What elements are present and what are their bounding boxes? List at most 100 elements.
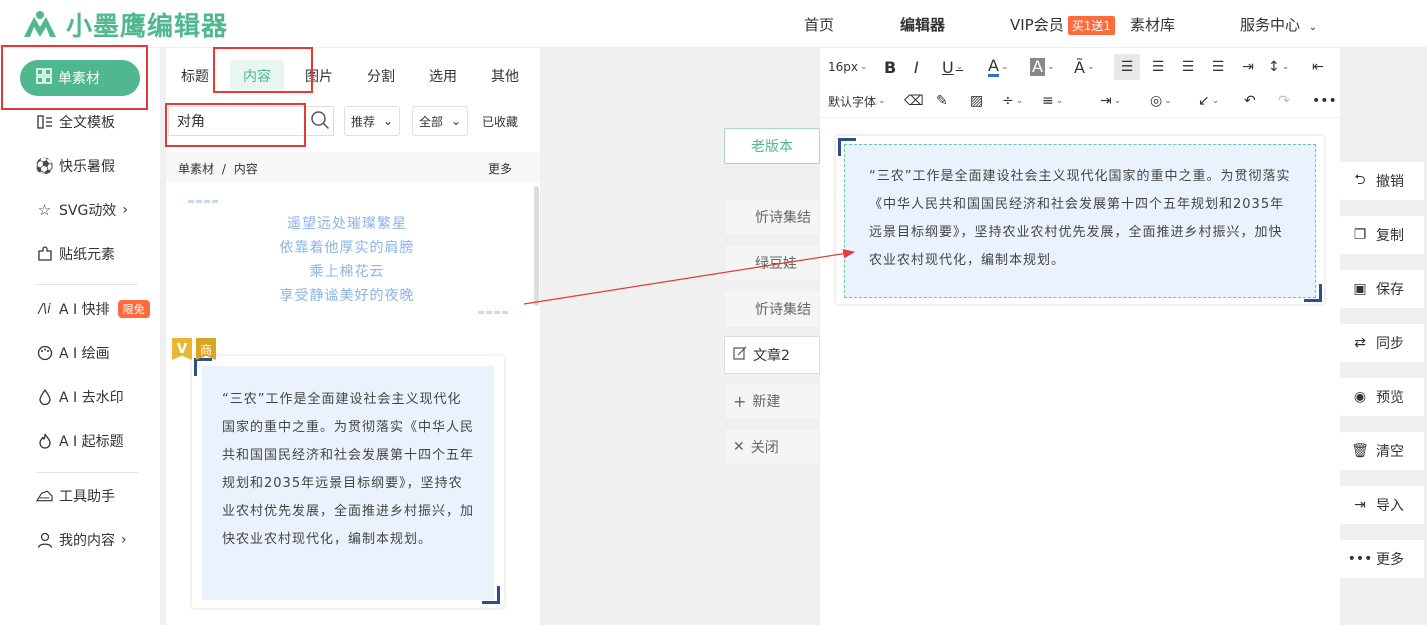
sidebar-item-tools[interactable]: 工具助手 [36, 486, 115, 506]
indent-icon[interactable]: ⇥ [1236, 54, 1260, 80]
article-item[interactable]: 忻诗集结 [724, 290, 820, 328]
more-tools-icon[interactable]: ••• [1312, 88, 1337, 114]
preview-button[interactable]: ◉ 预览 [1340, 378, 1424, 416]
tab-divider[interactable]: 分割 [367, 66, 395, 86]
poem-line: 遥望远处璀璨繁星 [287, 216, 407, 232]
material-card-poem[interactable]: 遥望远处璀璨繁星 依靠着他厚实的肩膀 乘上棉花云 享受静谧美好的夜晚 [166, 186, 528, 328]
bold-icon[interactable]: B [884, 54, 896, 80]
more-button[interactable]: ••• 更多 [1340, 540, 1424, 578]
plus-icon: + [733, 391, 747, 411]
format-painter-icon[interactable]: ✎ [936, 88, 948, 114]
eraser-icon[interactable]: ⌫ [904, 88, 924, 114]
import-button[interactable]: ⇥ 导入 [1340, 486, 1424, 524]
redo-icon[interactable]: ↷ [1278, 88, 1290, 114]
letter-spacing-icon[interactable]: ÷ ⌄ [1002, 88, 1023, 114]
sync-button[interactable]: ⇄ 同步 [1340, 324, 1424, 362]
panel-scrollbar[interactable] [534, 186, 539, 306]
sidebar-item-ai-title[interactable]: A I 起标题 [36, 431, 124, 451]
favorites-link[interactable]: 已收藏 [482, 113, 518, 130]
filter-dropdown[interactable]: 全部 ⌄ [412, 106, 469, 136]
article-item[interactable]: 忻诗集结 [724, 198, 820, 236]
card-badges: V 商 [172, 338, 216, 360]
search-row: 推荐 ⌄ 全部 ⌄ 已收藏 [166, 106, 540, 138]
nav-vip[interactable]: VIP会员 买1送1 [1010, 14, 1116, 35]
nav-service[interactable]: 服务中心 ⌄ [1240, 14, 1317, 35]
action-label: 复制 [1376, 228, 1404, 244]
action-label: 清空 [1376, 444, 1404, 460]
editor-content[interactable]: “三农”工作是全面建设社会主义现代化国家的重中之重。为贯彻落实《中华人民共和国国… [844, 144, 1316, 298]
article-item-current[interactable]: 文章2 [724, 336, 820, 374]
save-icon: ▣ [1353, 281, 1367, 297]
old-version-button[interactable]: 老版本 [724, 128, 820, 164]
background-color-icon[interactable]: A ⌄ [1030, 54, 1055, 80]
align-justify-icon[interactable]: ☰ [1206, 54, 1230, 80]
tab-title[interactable]: 标题 [181, 66, 209, 86]
nav-home[interactable]: 首页 [804, 14, 834, 35]
sidebar-item-templates[interactable]: 全文模板 [36, 112, 115, 132]
sidebar-divider [36, 472, 138, 473]
indent-spacing-icon[interactable]: ⇥ ⌄ [1100, 88, 1121, 114]
user-icon [36, 532, 53, 549]
corner-decoration [838, 138, 856, 156]
vip-badge-icon: V [172, 338, 192, 360]
paragraph-spacing-icon[interactable]: ≡ ⌄ [1042, 88, 1063, 114]
undo-icon[interactable]: ↶ [1244, 88, 1256, 114]
ai-icon: /\i [38, 301, 51, 317]
sidebar-item-svg[interactable]: ☆ SVG动效 › [36, 200, 128, 220]
edit-icon [733, 346, 747, 364]
article-title: 文章2 [753, 348, 790, 364]
logo[interactable]: 小墨鹰编辑器 [22, 6, 228, 43]
sort-dropdown[interactable]: 推荐 ⌄ [344, 106, 401, 136]
corner-decoration [1304, 284, 1322, 302]
free-badge: 限免 [117, 300, 150, 318]
more-link[interactable]: 更多 [488, 160, 512, 177]
undo-button[interactable]: ⮌ 撤销 [1340, 162, 1424, 200]
breadcrumb-root[interactable]: 单素材 [178, 162, 214, 176]
new-article-button[interactable]: + 新建 [724, 382, 820, 420]
italic-icon[interactable]: I [914, 54, 919, 80]
dashed-decoration [188, 200, 218, 203]
sidebar-item-single-material[interactable]: 单素材 [20, 60, 140, 96]
underline-icon[interactable]: U ⌄ [942, 54, 963, 80]
align-right-icon[interactable]: ☰ [1176, 54, 1200, 80]
bulb-icon[interactable]: ◎ ⌄ [1150, 88, 1172, 114]
sidebar-item-ai-watermark[interactable]: A I 去水印 [36, 387, 124, 407]
align-center-icon[interactable]: ☰ [1146, 54, 1170, 80]
collapse-toolbar-icon[interactable]: ⇤ [1312, 54, 1324, 80]
tab-other[interactable]: 其他 [491, 66, 519, 86]
align-left-icon[interactable]: ☰ [1114, 54, 1140, 80]
trash-icon: 🗑 [1351, 443, 1369, 459]
content-tabs: 标题 内容 图片 分割 选用 其他 [166, 58, 540, 94]
font-family-dropdown[interactable]: 默认字体 ⌄ [828, 88, 886, 114]
breadcrumb-path: 单素材 / 内容 [178, 160, 258, 177]
text-effect-icon[interactable]: Ã ⌄ [1074, 54, 1095, 80]
font-color-icon[interactable]: A ⌄ [988, 54, 1009, 80]
image-icon[interactable]: ▨ [970, 88, 983, 114]
nav-editor[interactable]: 编辑器 [900, 14, 945, 35]
tab-image[interactable]: 图片 [305, 66, 333, 86]
close-article-button[interactable]: ✕ 关闭 [724, 428, 820, 466]
search-icon[interactable] [310, 110, 332, 132]
line-height-icon[interactable]: ↕ ⌄ [1268, 54, 1289, 80]
arrow-icon[interactable]: ↙ ⌄ [1198, 88, 1219, 114]
poem-line: 依靠着他厚实的肩膀 [279, 240, 415, 256]
sidebar-item-summer[interactable]: ⚽ 快乐暑假 [35, 156, 115, 176]
sidebar-item-ai-layout[interactable]: /\i A I 快排 限免 [36, 299, 150, 319]
article-title: 绿豆娃 [755, 256, 797, 272]
clear-button[interactable]: 🗑 清空 [1340, 432, 1424, 470]
save-button[interactable]: ▣ 保存 [1340, 270, 1424, 308]
material-card-diagonal[interactable]: “三农”工作是全面建设社会主义现代化国家的重中之重。为贯彻落实《中华人民共和国国… [166, 338, 528, 625]
sidebar-item-my-content[interactable]: 我的内容 › [36, 530, 127, 550]
right-action-panel: ⮌ 撤销 ❐ 复制 ▣ 保存 ⇄ 同步 ◉ 预览 🗑 清空 ⇥ 导入 ••• 更多 [1340, 48, 1427, 625]
font-size-value: 16px [828, 60, 858, 74]
sidebar-item-stickers[interactable]: 贴纸元素 [36, 244, 115, 264]
tab-selected[interactable]: 选用 [429, 66, 457, 86]
font-size-dropdown[interactable]: 16px ⌄ [828, 54, 868, 80]
sidebar-item-ai-paint[interactable]: A I 绘画 [36, 343, 110, 363]
tab-content[interactable]: 内容 [243, 66, 271, 86]
nav-library[interactable]: 素材库 [1130, 14, 1175, 35]
action-label: 保存 [1376, 282, 1404, 298]
copy-button[interactable]: ❐ 复制 [1340, 216, 1424, 254]
article-item[interactable]: 绿豆娃 [724, 244, 820, 282]
poem-line: 乘上棉花云 [309, 264, 385, 280]
